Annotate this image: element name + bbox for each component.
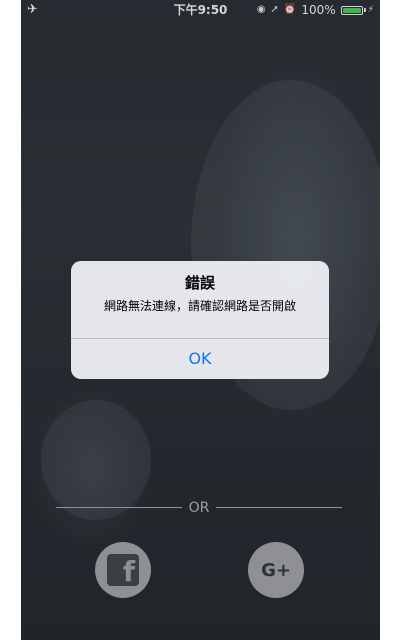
alert-message: 網路無法連線，請確認網路是否開啟 [103,299,296,313]
facebook-login-button[interactable]: f [95,542,151,598]
or-divider-line-right [216,507,342,508]
google-plus-icon: G+ [261,559,291,581]
google-plus-login-button[interactable]: G+ [248,542,304,598]
error-alert-dialog: 錯誤 網路無法連線，請確認網路是否開啟 OK [71,261,329,379]
or-divider: OR [56,500,342,516]
alert-title: 錯誤 [184,274,215,292]
or-label: OR [188,500,210,516]
or-divider-line-left [56,507,182,508]
facebook-icon: f [107,554,139,586]
alert-ok-button[interactable]: OK [71,339,329,379]
